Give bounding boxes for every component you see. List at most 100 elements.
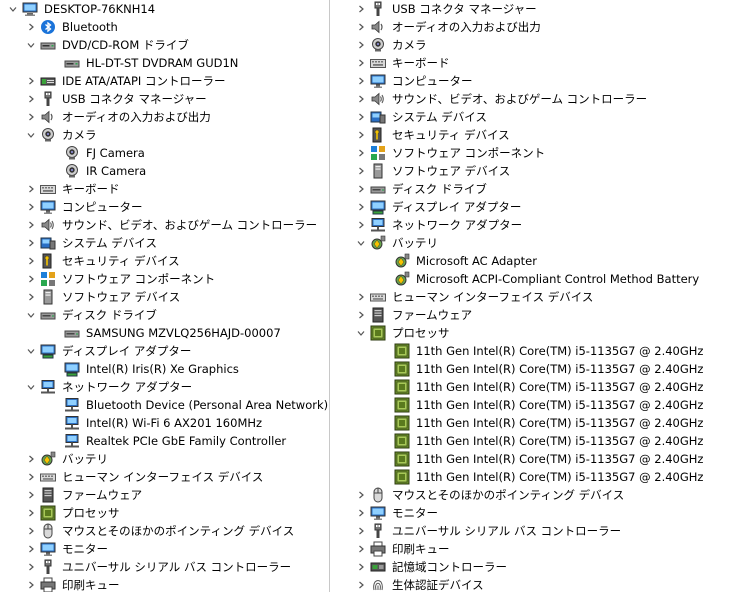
chevron-right-icon[interactable]	[24, 504, 38, 522]
tree-category-processor[interactable]: プロセッサ	[330, 324, 735, 342]
chevron-down-icon[interactable]	[24, 36, 38, 54]
tree-category-disk-drive[interactable]: ディスク ドライブ	[330, 180, 735, 198]
chevron-right-icon[interactable]	[24, 234, 38, 252]
tree-category-battery[interactable]: バッテリ	[0, 450, 329, 468]
chevron-right-icon[interactable]	[354, 198, 368, 216]
tree-category-firmware[interactable]: ファームウェア	[330, 306, 735, 324]
chevron-right-icon[interactable]	[354, 18, 368, 36]
tree-device-item[interactable]: 11th Gen Intel(R) Core(TM) i5-1135G7 @ 2…	[330, 432, 735, 450]
chevron-right-icon[interactable]	[24, 18, 38, 36]
tree-category-processor[interactable]: プロセッサ	[0, 504, 329, 522]
tree-device-item[interactable]: 11th Gen Intel(R) Core(TM) i5-1135G7 @ 2…	[330, 342, 735, 360]
tree-category-monitor[interactable]: コンピューター	[330, 72, 735, 90]
chevron-right-icon[interactable]	[354, 576, 368, 592]
tree-category-ide-controller[interactable]: IDE ATA/ATAPI コントローラー	[0, 72, 329, 90]
chevron-right-icon[interactable]	[24, 198, 38, 216]
tree-device-item[interactable]: 11th Gen Intel(R) Core(TM) i5-1135G7 @ 2…	[330, 414, 735, 432]
tree-category-usb-connector[interactable]: USB コネクタ マネージャー	[330, 0, 735, 18]
tree-category-display-adapter[interactable]: ディスプレイ アダプター	[0, 342, 329, 360]
tree-category-speaker[interactable]: オーディオの入力および出力	[330, 18, 735, 36]
chevron-right-icon[interactable]	[354, 522, 368, 540]
tree-root-node[interactable]: DESKTOP-76KNH14	[0, 0, 329, 18]
tree-category-usb-connector[interactable]: USB コネクタ マネージャー	[0, 90, 329, 108]
chevron-right-icon[interactable]	[354, 162, 368, 180]
chevron-down-icon[interactable]	[24, 306, 38, 324]
tree-device-item[interactable]: HL-DT-ST DVDRAM GUD1N	[0, 54, 329, 72]
tree-device-item[interactable]: Microsoft ACPI-Compliant Control Method …	[330, 270, 735, 288]
chevron-right-icon[interactable]	[354, 72, 368, 90]
tree-category-print-queue[interactable]: 印刷キュー	[0, 576, 329, 592]
chevron-right-icon[interactable]	[24, 450, 38, 468]
chevron-right-icon[interactable]	[354, 36, 368, 54]
tree-category-security-device[interactable]: セキュリティ デバイス	[330, 126, 735, 144]
chevron-right-icon[interactable]	[354, 54, 368, 72]
chevron-right-icon[interactable]	[24, 108, 38, 126]
chevron-right-icon[interactable]	[24, 90, 38, 108]
chevron-right-icon[interactable]	[354, 90, 368, 108]
chevron-down-icon[interactable]	[24, 342, 38, 360]
chevron-right-icon[interactable]	[354, 0, 368, 18]
tree-device-item[interactable]: 11th Gen Intel(R) Core(TM) i5-1135G7 @ 2…	[330, 378, 735, 396]
tree-category-monitor[interactable]: モニター	[330, 504, 735, 522]
tree-category-hid[interactable]: ヒューマン インターフェイス デバイス	[0, 468, 329, 486]
chevron-right-icon[interactable]	[354, 504, 368, 522]
tree-category-camera[interactable]: カメラ	[0, 126, 329, 144]
tree-device-item[interactable]: Realtek PCIe GbE Family Controller	[0, 432, 329, 450]
tree-category-network-adapter[interactable]: ネットワーク アダプター	[0, 378, 329, 396]
tree-category-print-queue[interactable]: 印刷キュー	[330, 540, 735, 558]
chevron-down-icon[interactable]	[6, 0, 20, 18]
chevron-right-icon[interactable]	[24, 576, 38, 592]
tree-category-network-adapter[interactable]: ネットワーク アダプター	[330, 216, 735, 234]
tree-category-usb-controller[interactable]: ユニバーサル シリアル バス コントローラー	[330, 522, 735, 540]
tree-device-item[interactable]: FJ Camera	[0, 144, 329, 162]
tree-category-camera[interactable]: カメラ	[330, 36, 735, 54]
chevron-right-icon[interactable]	[24, 540, 38, 558]
chevron-right-icon[interactable]	[354, 108, 368, 126]
chevron-right-icon[interactable]	[24, 558, 38, 576]
chevron-right-icon[interactable]	[24, 216, 38, 234]
tree-category-keyboard[interactable]: キーボード	[0, 180, 329, 198]
chevron-right-icon[interactable]	[354, 180, 368, 198]
chevron-right-icon[interactable]	[354, 540, 368, 558]
tree-category-system-device[interactable]: システム デバイス	[330, 108, 735, 126]
tree-category-system-device[interactable]: システム デバイス	[0, 234, 329, 252]
chevron-right-icon[interactable]	[24, 252, 38, 270]
chevron-right-icon[interactable]	[354, 306, 368, 324]
tree-category-software-device[interactable]: ソフトウェア デバイス	[330, 162, 735, 180]
tree-category-display-adapter[interactable]: ディスプレイ アダプター	[330, 198, 735, 216]
tree-category-storage-controller[interactable]: 記憶域コントローラー	[330, 558, 735, 576]
tree-device-item[interactable]: Intel(R) Wi-Fi 6 AX201 160MHz	[0, 414, 329, 432]
tree-category-sound[interactable]: サウンド、ビデオ、およびゲーム コントローラー	[0, 216, 329, 234]
tree-device-item[interactable]: IR Camera	[0, 162, 329, 180]
tree-category-software-component[interactable]: ソフトウェア コンポーネント	[330, 144, 735, 162]
tree-category-biometric[interactable]: 生体認証デバイス	[330, 576, 735, 592]
tree-category-usb-controller[interactable]: ユニバーサル シリアル バス コントローラー	[0, 558, 329, 576]
tree-category-battery[interactable]: バッテリ	[330, 234, 735, 252]
chevron-right-icon[interactable]	[24, 468, 38, 486]
tree-category-monitor[interactable]: モニター	[0, 540, 329, 558]
tree-category-speaker[interactable]: オーディオの入力および出力	[0, 108, 329, 126]
chevron-down-icon[interactable]	[24, 378, 38, 396]
chevron-down-icon[interactable]	[354, 324, 368, 342]
chevron-right-icon[interactable]	[24, 486, 38, 504]
chevron-right-icon[interactable]	[24, 270, 38, 288]
tree-category-hid[interactable]: ヒューマン インターフェイス デバイス	[330, 288, 735, 306]
tree-device-item[interactable]: 11th Gen Intel(R) Core(TM) i5-1135G7 @ 2…	[330, 450, 735, 468]
tree-device-item[interactable]: 11th Gen Intel(R) Core(TM) i5-1135G7 @ 2…	[330, 396, 735, 414]
tree-device-item[interactable]: 11th Gen Intel(R) Core(TM) i5-1135G7 @ 2…	[330, 360, 735, 378]
device-tree-left-pane[interactable]: DESKTOP-76KNH14 Bluetooth DVD/CD-ROM ドライブ H…	[0, 0, 329, 592]
chevron-right-icon[interactable]	[24, 288, 38, 306]
tree-category-dvd-drive[interactable]: DVD/CD-ROM ドライブ	[0, 36, 329, 54]
tree-category-mouse[interactable]: マウスとそのほかのポインティング デバイス	[330, 486, 735, 504]
tree-device-item[interactable]: Microsoft AC Adapter	[330, 252, 735, 270]
tree-category-security-device[interactable]: セキュリティ デバイス	[0, 252, 329, 270]
tree-device-item[interactable]: Bluetooth Device (Personal Area Network)	[0, 396, 329, 414]
device-tree-right-pane[interactable]: USB コネクタ マネージャー オーディオの入力および出力 カメラ キーボード コンピュ…	[330, 0, 735, 592]
chevron-right-icon[interactable]	[354, 144, 368, 162]
tree-category-software-device[interactable]: ソフトウェア デバイス	[0, 288, 329, 306]
chevron-right-icon[interactable]	[354, 486, 368, 504]
chevron-right-icon[interactable]	[24, 72, 38, 90]
tree-category-software-component[interactable]: ソフトウェア コンポーネント	[0, 270, 329, 288]
chevron-right-icon[interactable]	[354, 558, 368, 576]
tree-category-disk-drive[interactable]: ディスク ドライブ	[0, 306, 329, 324]
